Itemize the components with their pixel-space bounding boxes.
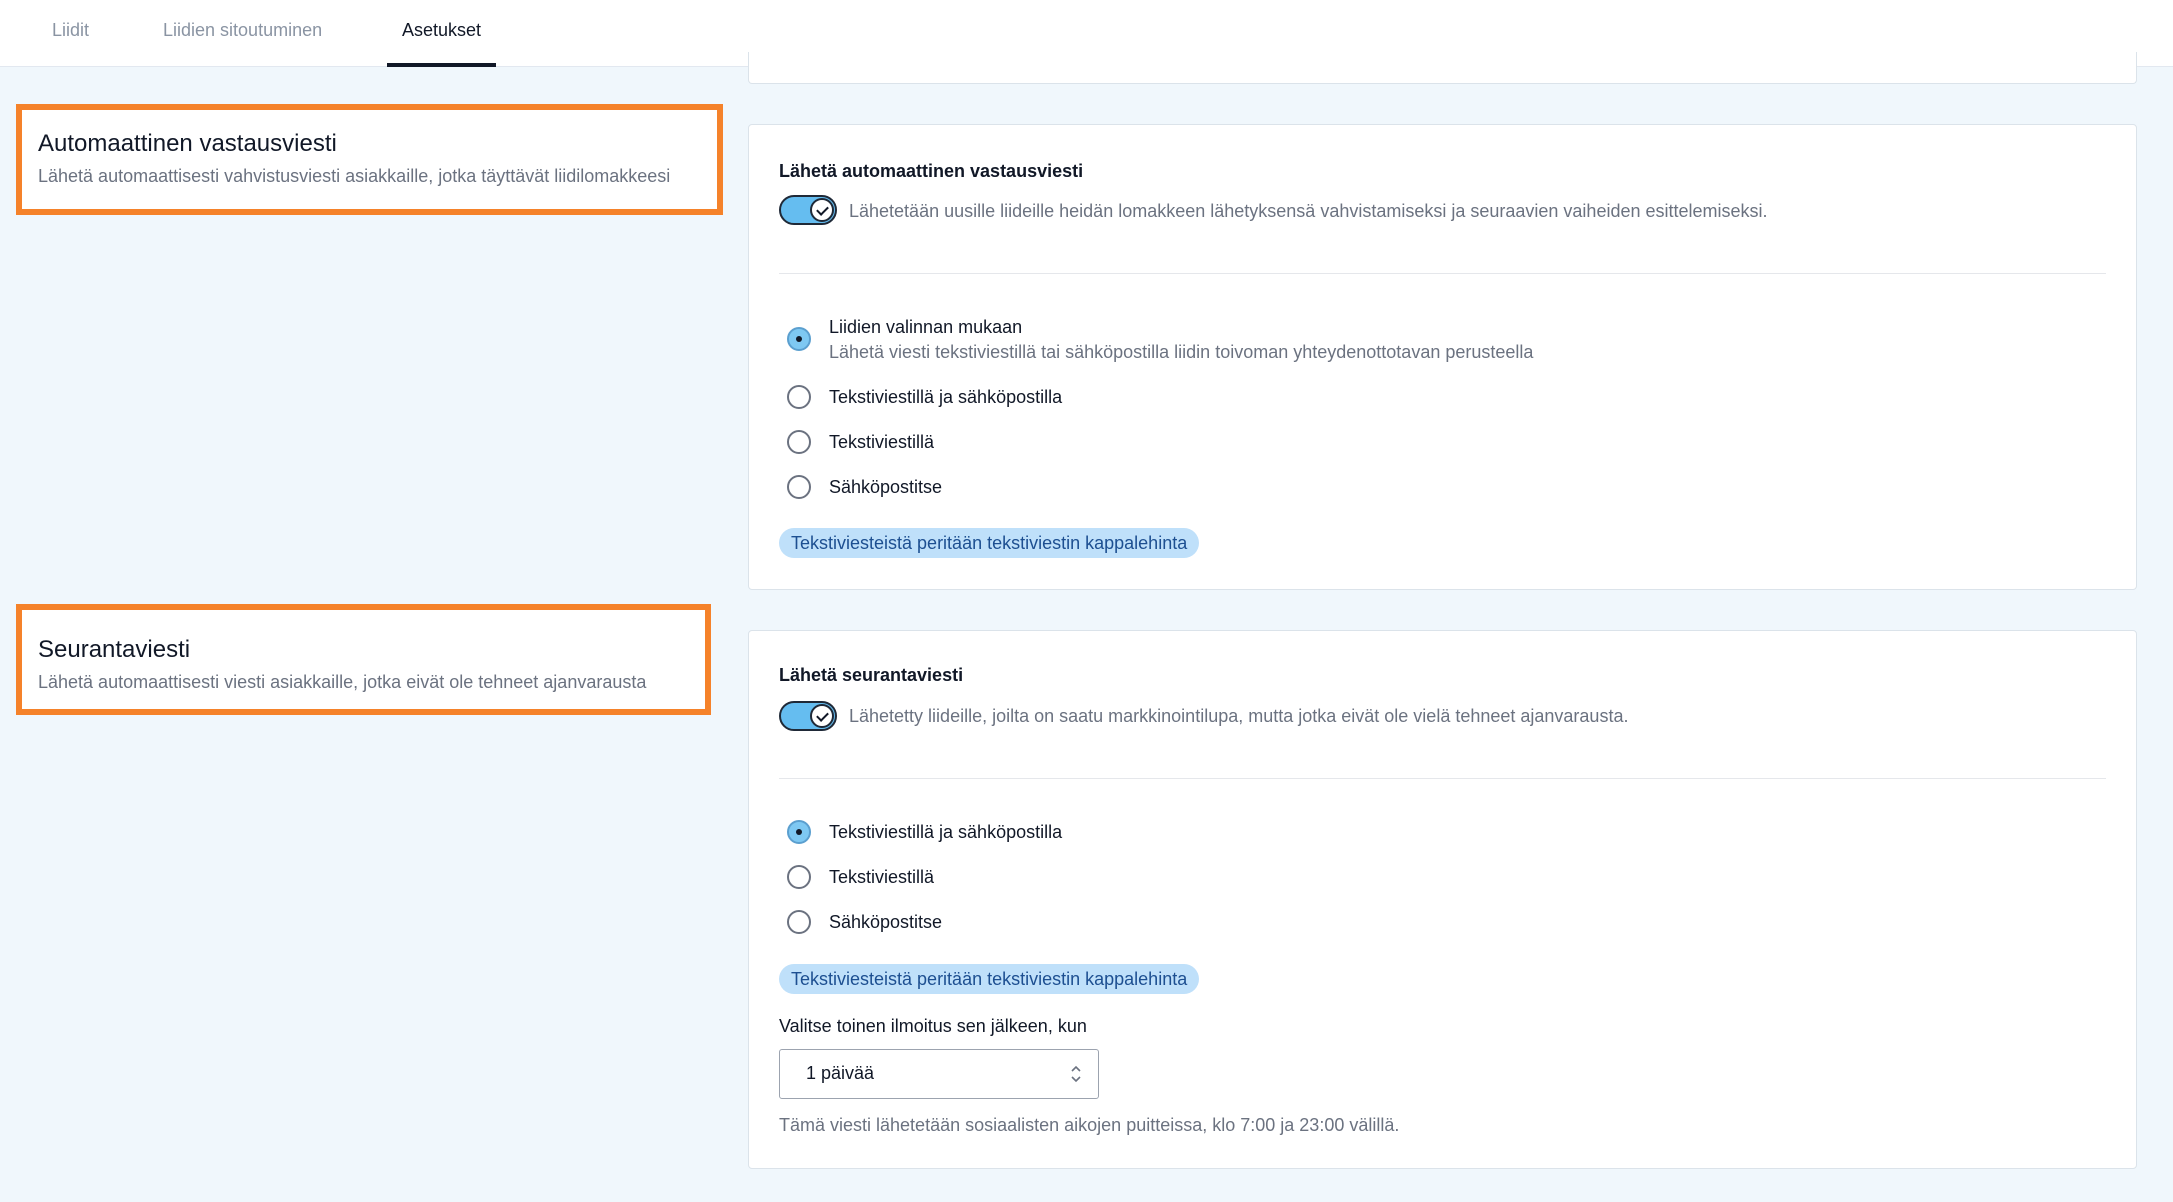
divider [779,273,2106,274]
check-icon [810,198,834,222]
divider [779,778,2106,779]
auto-reply-radio-sms[interactable] [787,430,811,454]
follow-up-option-label: Tekstiviestillä ja sähköpostilla [829,822,1063,842]
auto-reply-section-header: Automaattinen vastausviesti Lähetä autom… [16,104,723,215]
follow-up-option-label: Sähköpostitse [829,912,943,932]
follow-up-section-header: Seurantaviesti Lähetä automaattisesti vi… [16,604,711,715]
tab-lead-engagement[interactable]: Liidien sitoutuminen [163,0,322,67]
auto-reply-section-title: Automaattinen vastausviesti [38,130,337,157]
send-window-hint: Tämä viesti lähetetään sosiaalisten aiko… [779,1115,1400,1135]
auto-reply-toggle[interactable] [779,195,837,225]
tab-settings[interactable]: Asetukset [387,0,497,67]
auto-reply-option-label: Liidien valinnan mukaan [829,317,1023,337]
auto-reply-option-label: Tekstiviestillä ja sähköpostilla [829,387,1063,407]
reminder-delay-value: 1 päivää [806,1063,875,1083]
previous-card-bottom [748,52,2137,84]
sms-cost-badge: Tekstiviesteistä peritään tekstiviestin … [779,528,1200,558]
check-icon [810,704,834,728]
follow-up-toggle[interactable] [779,701,837,731]
auto-reply-option-label: Sähköpostitse [829,477,943,497]
follow-up-toggle-description: Lähetetty liideille, joilta on saatu mar… [849,706,1629,726]
tab-leads[interactable]: Liidit [52,0,89,67]
follow-up-radio-sms[interactable] [787,865,811,889]
auto-reply-option-sublabel: Lähetä viesti tekstiviestillä tai sähköp… [829,342,1534,362]
follow-up-card: Lähetä seurantaviesti Lähetetty liideill… [748,630,2137,1169]
auto-reply-card: Lähetä automaattinen vastausviesti Lähet… [748,124,2137,590]
auto-reply-toggle-description: Lähetetään uusille liideille heidän loma… [849,201,1768,221]
auto-reply-section-description: Lähetä automaattisesti vahvistusviesti a… [38,166,671,186]
auto-reply-card-title: Lähetä automaattinen vastausviesti [779,161,1084,181]
reminder-delay-select[interactable]: 1 päivää [779,1049,1099,1099]
reminder-delay-label: Valitse toinen ilmoitus sen jälkeen, kun [779,1016,1087,1036]
follow-up-section-description: Lähetä automaattisesti viesti asiakkaill… [38,672,647,692]
follow-up-section-title: Seurantaviesti [38,636,191,663]
follow-up-card-title: Lähetä seurantaviesti [779,665,964,685]
auto-reply-radio-sms-and-email[interactable] [787,385,811,409]
follow-up-radio-sms-and-email[interactable] [787,820,811,844]
auto-reply-option-label: Tekstiviestillä [829,432,935,452]
auto-reply-radio-email[interactable] [787,475,811,499]
tab-settings-label: Asetukset [402,20,482,40]
auto-reply-radio-lead-preference[interactable] [787,327,811,351]
follow-up-radio-email[interactable] [787,910,811,934]
chevron-up-down-icon [1071,1065,1081,1083]
sms-cost-badge: Tekstiviesteistä peritään tekstiviestin … [779,964,1200,994]
follow-up-option-label: Tekstiviestillä [829,867,935,887]
